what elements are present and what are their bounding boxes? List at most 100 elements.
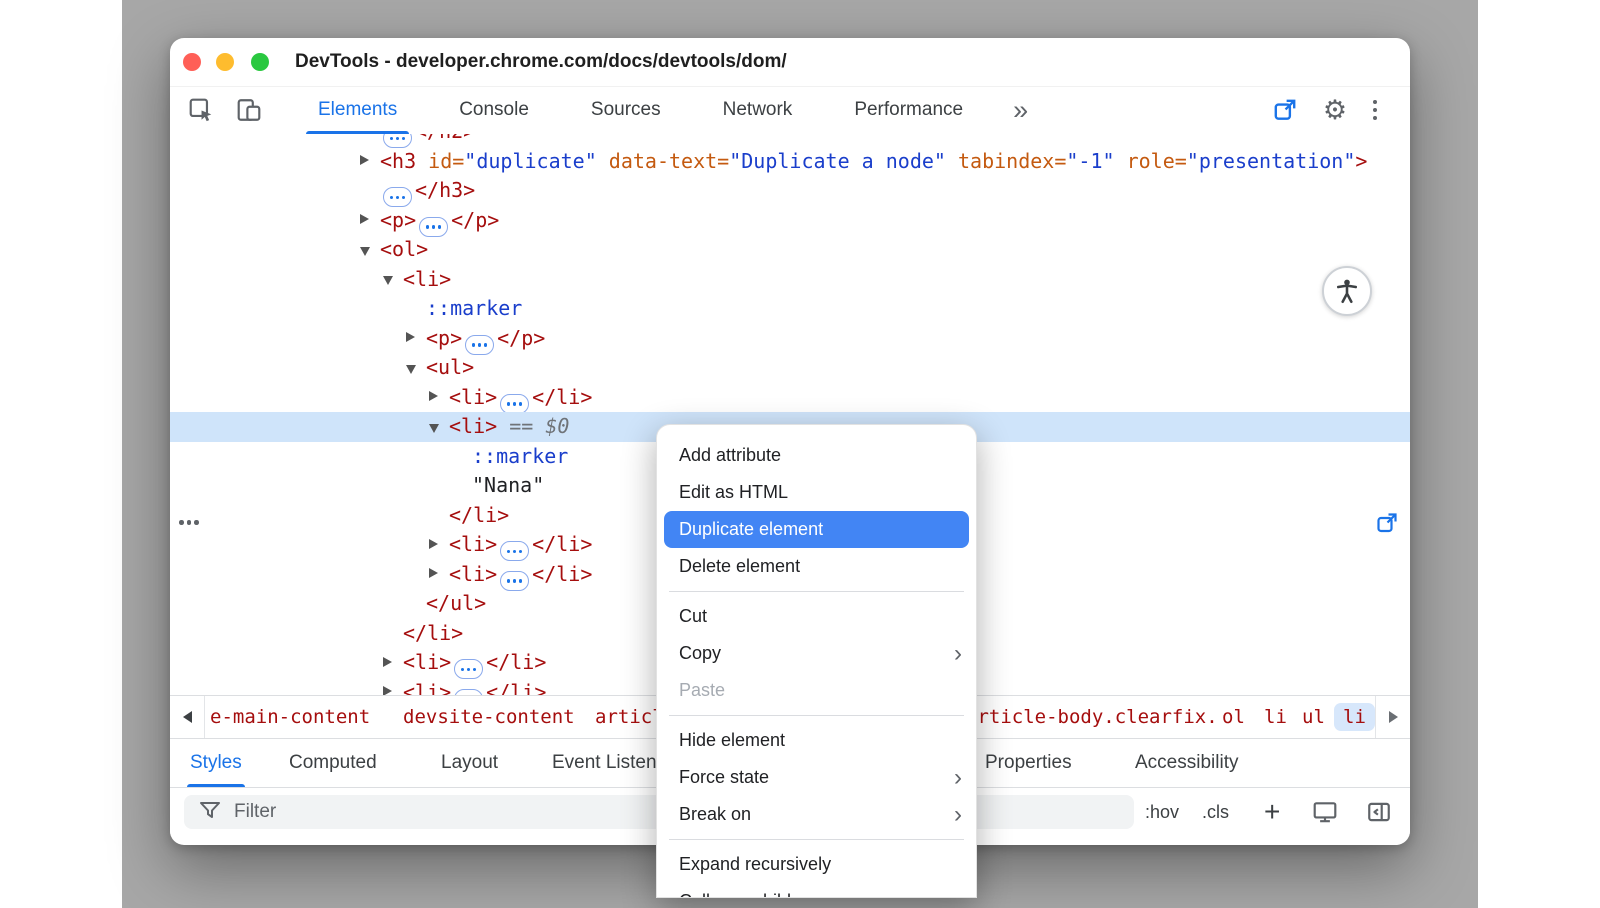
menu-item-label: Delete element bbox=[679, 556, 800, 577]
expand-triangle-icon[interactable] bbox=[429, 539, 438, 549]
menu-item-force-state[interactable]: Force state bbox=[657, 759, 976, 796]
toggle-element-class-button[interactable]: .cls bbox=[1202, 788, 1229, 836]
sidebar-tab-computed[interactable]: Computed bbox=[289, 739, 377, 787]
rendering-emulation-icon[interactable] bbox=[1312, 799, 1338, 825]
element-picker-active-icon[interactable] bbox=[1272, 97, 1298, 123]
code-token-tag: <p> bbox=[380, 208, 416, 232]
panel-tab-label: Performance bbox=[854, 99, 963, 121]
breadcrumb-item[interactable]: devsite-content bbox=[403, 696, 575, 738]
minimize-button[interactable] bbox=[216, 53, 234, 71]
context-menu: Add attributeEdit as HTMLDuplicate eleme… bbox=[656, 424, 977, 898]
code-token-text: "Nana" bbox=[472, 473, 544, 497]
menu-item-collapse-children[interactable]: Collapse children bbox=[657, 883, 976, 898]
dom-tree-row[interactable]: <p></p> bbox=[170, 206, 1410, 236]
collapse-triangle-icon[interactable] bbox=[406, 365, 416, 374]
expand-triangle-icon[interactable] bbox=[406, 332, 415, 342]
dom-tree-row[interactable]: <li> bbox=[170, 265, 1410, 295]
breadcrumb-label: li bbox=[1264, 706, 1287, 728]
dom-tree-row[interactable]: <ol> bbox=[170, 235, 1410, 265]
menu-item-label: Expand recursively bbox=[679, 854, 831, 875]
inline-expand-ellipsis-icon[interactable] bbox=[465, 335, 494, 355]
menu-item-delete-element[interactable]: Delete element bbox=[657, 548, 976, 585]
dom-tree-row[interactable]: <li></li> bbox=[170, 383, 1410, 413]
dom-tree-row[interactable]: ::marker bbox=[170, 294, 1410, 324]
close-button[interactable] bbox=[183, 53, 201, 71]
inline-expand-ellipsis-icon[interactable] bbox=[500, 541, 529, 561]
breadcrumb-label: devsite-content bbox=[403, 706, 575, 728]
toggle-sidebar-icon[interactable] bbox=[1366, 799, 1392, 825]
sidebar-tab-layout[interactable]: Layout bbox=[441, 739, 498, 787]
inline-expand-ellipsis-icon[interactable] bbox=[419, 217, 448, 237]
menu-item-paste: Paste bbox=[657, 672, 976, 709]
sidebar-tab-label: Computed bbox=[289, 752, 377, 774]
breadcrumb-scroll-right-icon[interactable] bbox=[1375, 696, 1410, 738]
row-options-dots-icon[interactable] bbox=[179, 520, 199, 525]
breadcrumb-item[interactable]: ol bbox=[1222, 696, 1245, 738]
device-toolbar-icon[interactable] bbox=[236, 97, 262, 123]
inspect-element-icon[interactable] bbox=[188, 97, 214, 123]
dom-tree-row[interactable]: <p></p> bbox=[170, 324, 1410, 354]
code-token-pseudo: ::marker bbox=[472, 444, 568, 468]
submenu-chevron-icon bbox=[954, 759, 962, 796]
settings-gear-icon[interactable]: ⚙ bbox=[1322, 97, 1348, 123]
panel-tab-elements[interactable]: Elements bbox=[292, 86, 423, 134]
breadcrumb-item[interactable]: article-body.clearfix. bbox=[966, 696, 1218, 738]
breadcrumb-item[interactable]: ul bbox=[1302, 696, 1325, 738]
sidebar-tab-properties[interactable]: Properties bbox=[985, 739, 1072, 787]
breadcrumb-item-selected[interactable]: li bbox=[1334, 696, 1375, 738]
menu-item-label: Break on bbox=[679, 804, 751, 825]
sidebar-tab-styles[interactable]: Styles bbox=[190, 739, 242, 787]
sidebar-tab-accessibility[interactable]: Accessibility bbox=[1135, 739, 1238, 787]
code-token-tag: </li> bbox=[486, 650, 546, 674]
inline-expand-ellipsis-icon[interactable] bbox=[500, 571, 529, 591]
collapse-triangle-icon[interactable] bbox=[429, 424, 439, 433]
sidebar-tab-label: Styles bbox=[190, 752, 242, 774]
panel-tab-label: Console bbox=[459, 99, 529, 121]
panel-tab-network[interactable]: Network bbox=[697, 86, 819, 134]
menu-item-hide-element[interactable]: Hide element bbox=[657, 722, 976, 759]
expand-triangle-icon[interactable] bbox=[383, 686, 392, 695]
menu-item-cut[interactable]: Cut bbox=[657, 598, 976, 635]
dom-tree-row[interactable]: </h3> bbox=[170, 176, 1410, 206]
dom-tree-row[interactable]: <ul> bbox=[170, 353, 1410, 383]
breadcrumb-item[interactable]: li bbox=[1264, 696, 1287, 738]
menu-item-duplicate-element[interactable]: Duplicate element bbox=[664, 511, 969, 548]
code-token-val: "duplicate" bbox=[464, 149, 596, 173]
accessibility-overlay-button[interactable] bbox=[1322, 266, 1372, 316]
inline-expand-ellipsis-icon[interactable] bbox=[454, 659, 483, 679]
expand-triangle-icon[interactable] bbox=[429, 391, 438, 401]
breadcrumb-item[interactable]: e-main-content bbox=[210, 696, 370, 738]
menu-item-copy[interactable]: Copy bbox=[657, 635, 976, 672]
panel-tab-console[interactable]: Console bbox=[433, 86, 555, 134]
menu-item-edit-as-html[interactable]: Edit as HTML bbox=[657, 474, 976, 511]
code-token-tag: <p> bbox=[426, 326, 462, 350]
menu-item-expand-recursively[interactable]: Expand recursively bbox=[657, 846, 976, 883]
scroll-into-view-icon[interactable] bbox=[1375, 511, 1399, 535]
new-style-rule-button[interactable]: + bbox=[1264, 788, 1280, 836]
menu-item-break-on[interactable]: Break on bbox=[657, 796, 976, 833]
expand-triangle-icon[interactable] bbox=[360, 214, 369, 224]
inline-expand-ellipsis-icon[interactable] bbox=[383, 187, 412, 207]
expand-triangle-icon[interactable] bbox=[429, 568, 438, 578]
breadcrumb-scroll-left-icon[interactable] bbox=[170, 696, 205, 738]
code-token-tag: > bbox=[1355, 149, 1367, 173]
kebab-menu-icon[interactable] bbox=[1362, 97, 1388, 123]
sidebar-tab-label: Properties bbox=[985, 752, 1072, 774]
menu-item-add-attribute[interactable]: Add attribute bbox=[657, 437, 976, 474]
code-token-tag: <li> bbox=[449, 562, 497, 586]
zoom-button[interactable] bbox=[251, 53, 269, 71]
panel-tab-label: Elements bbox=[318, 99, 397, 121]
collapse-triangle-icon[interactable] bbox=[383, 276, 393, 285]
code-token-tag: </li> bbox=[449, 503, 509, 527]
expand-triangle-icon[interactable] bbox=[360, 155, 369, 165]
expand-triangle-icon[interactable] bbox=[383, 657, 392, 667]
dom-tree-row[interactable]: <h3 id="duplicate" data-text="Duplicate … bbox=[170, 147, 1410, 177]
inline-expand-ellipsis-icon[interactable] bbox=[500, 394, 529, 414]
more-tabs-icon[interactable]: » bbox=[1013, 97, 1028, 123]
dom-tree-row[interactable]: </h2> bbox=[170, 134, 1410, 147]
collapse-triangle-icon[interactable] bbox=[360, 247, 370, 256]
toggle-pseudo-state-button[interactable]: :hov bbox=[1145, 788, 1179, 836]
panel-tab-performance[interactable]: Performance bbox=[828, 86, 989, 134]
menu-item-label: Collapse children bbox=[679, 891, 817, 898]
panel-tab-sources[interactable]: Sources bbox=[565, 86, 687, 134]
